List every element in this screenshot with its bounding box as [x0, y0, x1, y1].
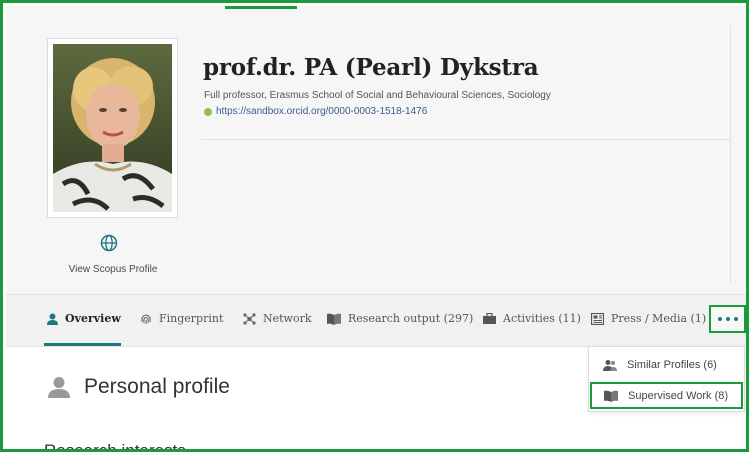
screenshot-frame: View Scopus Profile prof.dr. PA (Pearl) …	[0, 0, 749, 452]
newspaper-icon	[591, 312, 604, 325]
profile-photo-card	[47, 38, 178, 218]
profile-name: prof.dr. PA (Pearl) Dykstra	[203, 54, 539, 81]
network-icon	[243, 312, 256, 325]
book-icon	[604, 390, 618, 402]
profile-tabs: Overview Fingerprint Network Research ou…	[6, 294, 746, 347]
more-dots-icon	[716, 317, 740, 321]
research-interests-heading: Research interests	[44, 441, 186, 452]
menu-item-similar-profiles[interactable]: Similar Profiles (6)	[589, 351, 744, 378]
tab-label: Research output (297)	[348, 312, 474, 325]
tab-label: Activities (11)	[503, 312, 581, 325]
tab-label: Fingerprint	[159, 312, 224, 325]
portrait-image	[53, 44, 172, 212]
tab-press-media[interactable]: Press / Media (1)	[591, 312, 706, 325]
menu-item-supervised-work[interactable]: Supervised Work (8)	[590, 382, 743, 409]
top-accent-bar	[225, 6, 297, 9]
tab-overview[interactable]: Overview	[47, 312, 121, 325]
tab-fingerprint[interactable]: Fingerprint	[140, 312, 223, 325]
profile-photo	[53, 44, 172, 212]
header-divider-horizontal	[201, 139, 730, 140]
book-icon	[327, 313, 341, 325]
section-title-text: Personal profile	[84, 375, 230, 398]
tab-label: Press / Media (1)	[611, 312, 707, 325]
view-scopus-profile-link[interactable]: View Scopus Profile	[53, 264, 173, 275]
tab-research-output[interactable]: Research output (297)	[327, 312, 473, 325]
menu-item-label: Supervised Work (8)	[628, 389, 729, 402]
personal-profile-heading: Personal profile	[48, 375, 230, 399]
profile-role: Full professor, Erasmus School of Social…	[204, 90, 551, 101]
more-tabs-button[interactable]	[709, 305, 746, 333]
tab-network[interactable]: Network	[243, 312, 312, 325]
active-tab-indicator	[44, 343, 121, 346]
header-divider-vertical	[730, 25, 731, 283]
tab-label: Overview	[65, 312, 121, 325]
person-icon	[47, 313, 58, 325]
orcid-link[interactable]: https://sandbox.orcid.org/0000-0003-1518…	[204, 106, 427, 117]
person-icon	[48, 376, 70, 398]
briefcase-icon	[483, 313, 496, 324]
menu-item-label: Similar Profiles (6)	[627, 358, 717, 371]
tab-activities[interactable]: Activities (11)	[483, 312, 581, 325]
orcid-icon	[204, 107, 212, 116]
fingerprint-icon	[140, 313, 152, 325]
tab-label: Network	[263, 312, 312, 325]
orcid-url[interactable]: https://sandbox.orcid.org/0000-0003-1518…	[216, 106, 427, 117]
more-tabs-dropdown: Similar Profiles (6) Supervised Work (8)	[588, 346, 745, 412]
similar-profiles-icon	[603, 359, 617, 371]
globe-icon[interactable]	[98, 232, 120, 254]
